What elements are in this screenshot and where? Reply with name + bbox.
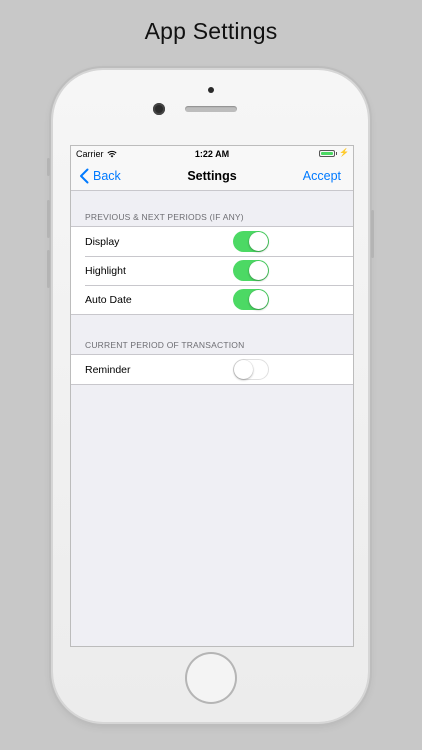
row-label: Display [85, 235, 120, 248]
highlight-toggle[interactable] [233, 260, 269, 281]
settings-row-highlight: Highlight [71, 256, 353, 285]
section-header-current-period: CURRENT PERIOD OF TRANSACTION [85, 340, 245, 350]
settings-group-current-period: Reminder [71, 354, 353, 385]
battery-indicator: ⚡ [318, 148, 349, 157]
display-toggle[interactable] [233, 231, 269, 252]
back-button[interactable]: Back [79, 168, 121, 184]
volume-down-button [47, 250, 50, 288]
row-label: Highlight [85, 264, 126, 277]
section-header-periods: PREVIOUS & NEXT PERIODS (IF ANY) [85, 212, 244, 222]
status-bar: Carrier 1:22 AM ⚡ [71, 146, 353, 162]
home-button[interactable] [187, 654, 235, 702]
auto-date-toggle[interactable] [233, 289, 269, 310]
page-headline: App Settings [144, 18, 278, 44]
toggle-knob [249, 261, 268, 280]
toggle-knob [234, 360, 253, 379]
battery-icon [318, 149, 335, 157]
earpiece-speaker [185, 106, 237, 112]
volume-up-button [47, 200, 50, 238]
battery-fill [320, 151, 333, 155]
mute-switch [47, 158, 50, 176]
accept-button[interactable]: Accept [303, 169, 341, 183]
row-label: Reminder [85, 363, 131, 376]
navigation-bar: Back Settings Accept [71, 162, 353, 191]
bolt-icon: ⚡ [339, 148, 349, 157]
settings-row-auto-date: Auto Date [71, 285, 353, 314]
power-button [371, 210, 374, 258]
phone-screen: Carrier 1:22 AM ⚡ Back Settings Accept P… [70, 145, 354, 647]
front-camera [153, 103, 165, 115]
back-button-label: Back [93, 169, 121, 183]
battery-tip [335, 151, 338, 155]
row-label: Auto Date [85, 293, 132, 306]
chevron-left-icon [80, 168, 89, 184]
reminder-toggle[interactable] [233, 359, 269, 380]
sensor-dot [208, 87, 214, 93]
toggle-knob [249, 290, 268, 309]
toggle-knob [249, 232, 268, 251]
settings-row-display: Display [71, 227, 353, 256]
phone-frame: Carrier 1:22 AM ⚡ Back Settings Accept P… [47, 70, 374, 722]
status-time: 1:22 AM [194, 149, 230, 159]
settings-group-periods: Display Highlight Auto Date [71, 226, 353, 315]
settings-row-reminder: Reminder [71, 355, 353, 384]
